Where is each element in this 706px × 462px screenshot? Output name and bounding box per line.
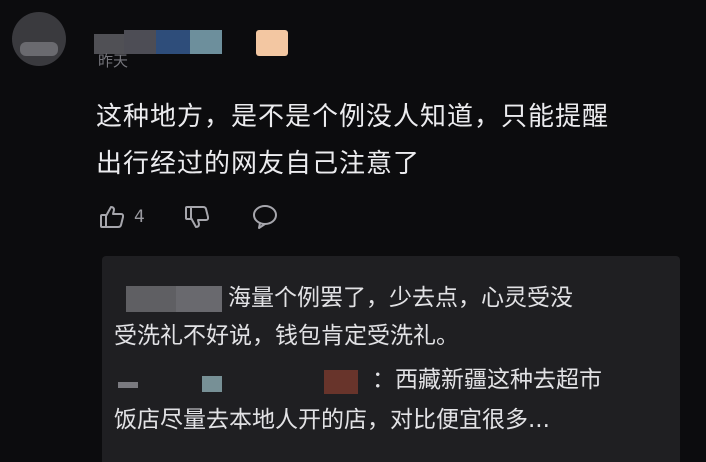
thumbs-up-icon[interactable] — [98, 203, 126, 231]
reply-1-text-line1: 海量个例罢了，少去点，心灵受没 — [228, 285, 573, 311]
reply-thread-panel[interactable]: 海量个例罢了，少去点，心灵受没 受洗礼不好说，钱包肯定受洗礼。 ：西藏新疆这种去… — [102, 256, 680, 462]
comment-actions: 4 — [98, 203, 279, 231]
comment-avatar[interactable] — [12, 12, 66, 66]
emoji-badge — [256, 30, 288, 56]
reply-2-text-line1: ：西藏新疆这种去超市 — [372, 367, 602, 393]
comment-text-line2: 出行经过的网友自己注意了 — [96, 149, 421, 179]
thumbs-down-icon[interactable] — [183, 203, 211, 231]
comment-body: 这种地方，是不是个例没人知道，只能提醒 出行经过的网友自己注意了 — [96, 94, 686, 188]
comment-timestamp: 昨天 — [98, 52, 129, 70]
reply-1-text-line2: 受洗礼不好说，钱包肯定受洗礼。 — [114, 323, 459, 349]
reply-bubble-icon[interactable] — [251, 203, 279, 231]
comment-text-line1: 这种地方，是不是个例没人知道，只能提醒 — [96, 102, 610, 132]
like-count: 4 — [134, 207, 145, 227]
reply-2-text-line2: 饭店尽量去本地人开的店，对比便宜很多... — [114, 407, 550, 433]
